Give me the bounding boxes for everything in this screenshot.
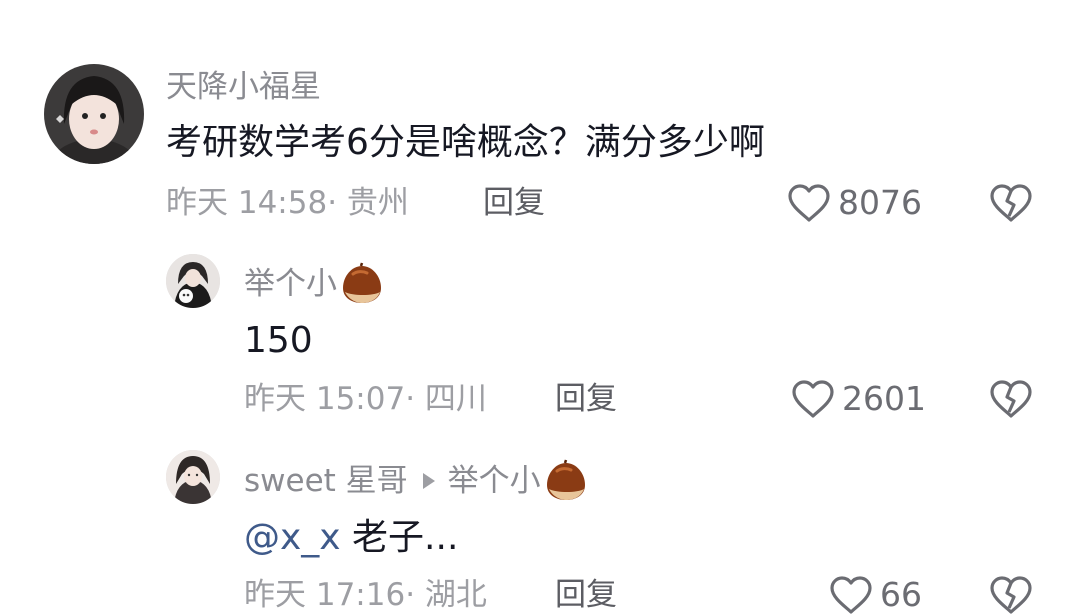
- comment-time: 昨天 17:16: [244, 577, 406, 613]
- avatar[interactable]: [166, 450, 220, 504]
- comment-username[interactable]: 举个小: [244, 262, 385, 306]
- comment-location: 四川: [424, 381, 487, 417]
- heart-outline-icon: [828, 575, 874, 615]
- chestnut-icon: [339, 262, 385, 306]
- comment-location: 湖北: [424, 577, 487, 613]
- reply-button[interactable]: 回复: [555, 575, 617, 615]
- comment-meta: 昨天 17:16· 湖北: [244, 575, 487, 615]
- username-text: 举个小: [244, 266, 337, 302]
- reply-button[interactable]: 回复: [483, 183, 545, 223]
- reply-button[interactable]: 回复: [555, 379, 617, 419]
- like-button[interactable]: 2601: [790, 379, 926, 419]
- reply-to-username[interactable]: 举个小: [448, 461, 541, 501]
- avatar[interactable]: [166, 254, 220, 308]
- heart-outline-icon: [790, 379, 836, 419]
- comment-meta: 昨天 14:58· 贵州: [166, 183, 409, 223]
- comment-text: 150: [244, 320, 313, 361]
- comment-text: 考研数学考6分是啥概念？满分多少啊: [166, 122, 765, 163]
- mention-link[interactable]: @x_x: [244, 517, 341, 558]
- chestnut-icon: [543, 459, 589, 503]
- heart-outline-icon: [786, 183, 832, 223]
- broken-heart-icon[interactable]: [988, 183, 1034, 223]
- like-button[interactable]: 8076: [786, 183, 922, 223]
- like-button[interactable]: 66: [828, 575, 922, 615]
- like-count: 8076: [838, 183, 922, 222]
- comment-time: 昨天 15:07: [244, 381, 406, 417]
- broken-heart-icon[interactable]: [988, 379, 1034, 419]
- broken-heart-icon[interactable]: [988, 575, 1034, 615]
- comment-meta: 昨天 15:07· 四川: [244, 379, 487, 419]
- triangle-right-icon: [422, 472, 436, 490]
- avatar[interactable]: [44, 64, 144, 164]
- meta-separator: ·: [327, 185, 347, 221]
- like-count: 66: [880, 575, 922, 614]
- comment-location: 贵州: [346, 185, 409, 221]
- comment-username[interactable]: 天降小福星: [166, 68, 321, 106]
- comment-username[interactable]: sweet 星哥 举个小: [244, 459, 589, 503]
- comment-body: 老子...: [340, 517, 459, 558]
- username-text: sweet 星哥: [244, 463, 408, 499]
- comment-text: @x_x 老子...: [244, 515, 458, 561]
- like-count: 2601: [842, 379, 926, 418]
- meta-separator: ·: [405, 381, 425, 417]
- comment-time: 昨天 14:58: [166, 185, 328, 221]
- meta-separator: ·: [405, 577, 425, 613]
